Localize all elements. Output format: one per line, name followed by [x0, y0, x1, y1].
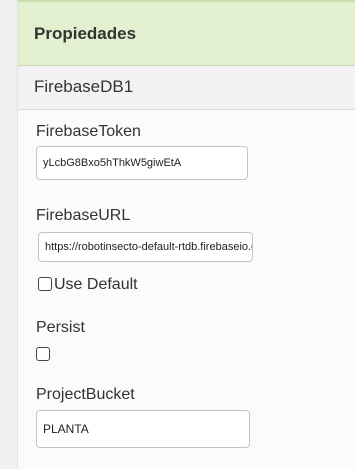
use-default-checkbox[interactable] — [38, 277, 52, 291]
project-bucket-label: ProjectBucket — [36, 386, 135, 403]
project-bucket-input[interactable]: PLANTA — [36, 410, 250, 448]
firebase-token-label: FirebaseToken — [36, 123, 141, 140]
firebase-url-input[interactable]: https://robotinsecto-default-rtdb.fireba… — [38, 232, 253, 262]
firebase-url-label: FirebaseURL — [36, 207, 131, 224]
panel-title: Propiedades — [18, 0, 355, 66]
firebase-token-input[interactable]: yLcbG8Bxo5hThkW5giwEtA — [36, 146, 248, 180]
left-edge-strip — [0, 0, 18, 469]
use-default-label: Use Default — [54, 276, 138, 293]
persist-checkbox[interactable] — [36, 347, 50, 361]
persist-label: Persist — [36, 319, 85, 336]
component-name: FirebaseDB1 — [18, 66, 355, 110]
